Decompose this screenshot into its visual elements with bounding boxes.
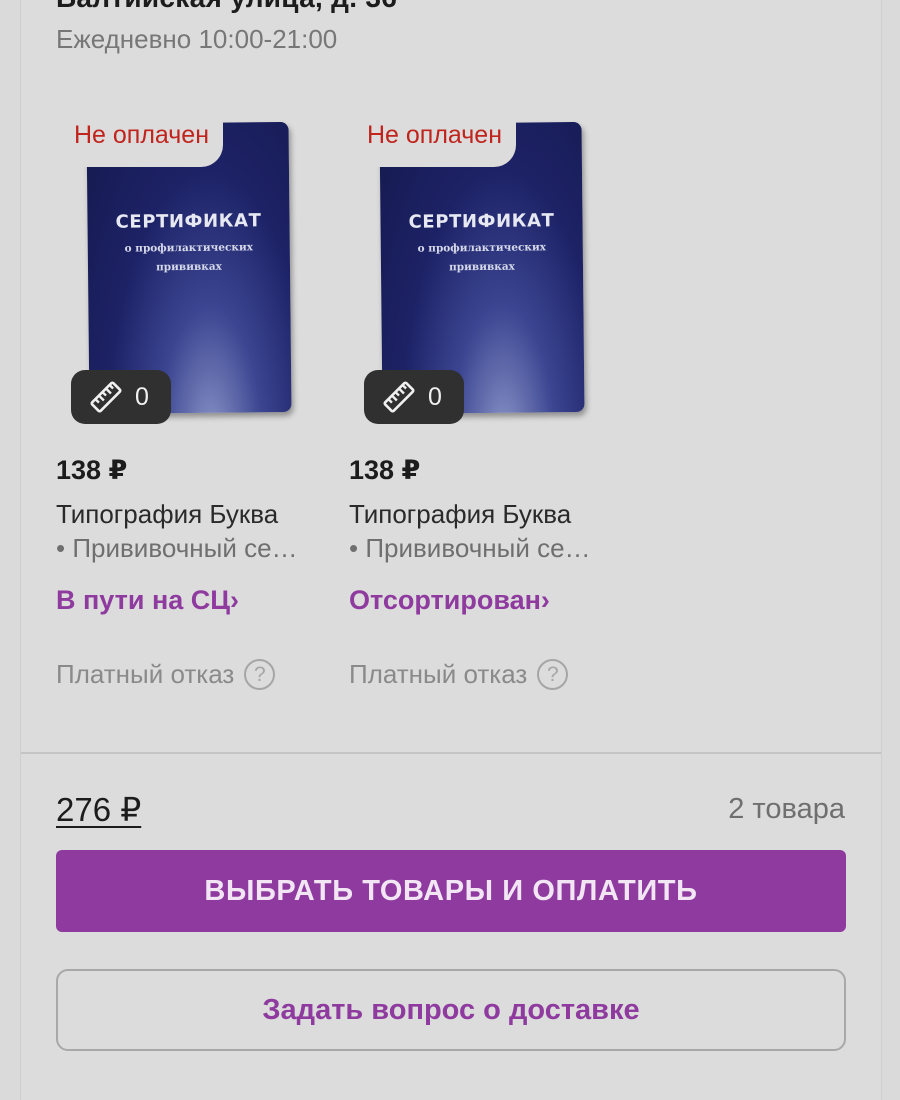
cover-title: СЕРТИФИКАТ <box>408 210 555 233</box>
unpaid-badge: Не оплачен <box>59 115 224 167</box>
product-image[interactable]: СЕРТИФИКАТ о профилактических прививках … <box>56 115 306 445</box>
ask-delivery-question-button[interactable]: Задать вопрос о доставке <box>56 969 846 1051</box>
size-count: 0 <box>428 382 442 411</box>
order-total[interactable]: 276 ₽ <box>56 790 141 829</box>
size-count: 0 <box>135 382 149 411</box>
ruler-icon <box>90 381 122 413</box>
order-card: Балтийская улица, д. 36 Ежедневно 10:00-… <box>20 0 882 1100</box>
item-price: 138 ₽ <box>349 455 421 485</box>
delivery-status-link[interactable]: В пути на СЦ› <box>56 585 239 616</box>
paid-refusal-label: Платный отказ <box>56 659 235 689</box>
item-description: • Прививочный се… <box>56 533 298 563</box>
unpaid-badge: Не оплачен <box>352 115 517 167</box>
product-image[interactable]: СЕРТИФИКАТ о профилактических прививках … <box>349 115 599 445</box>
item-seller: Типография Буква <box>349 499 572 529</box>
ruler-icon <box>383 381 415 413</box>
paid-refusal-label: Платный отказ <box>349 659 528 689</box>
size-chip[interactable]: 0 <box>71 370 171 424</box>
item-description: • Прививочный се… <box>349 533 591 563</box>
pickup-address: Балтийская улица, д. 36 <box>56 0 397 14</box>
help-circle-icon[interactable]: ? <box>244 659 276 690</box>
pickup-hours: Ежедневно 10:00-21:00 <box>56 24 338 54</box>
help-circle-icon[interactable]: ? <box>537 659 569 690</box>
cover-subtitle: о профилактических прививках <box>417 241 547 274</box>
paid-refusal: Платный отказ ? <box>56 659 276 690</box>
cover-title: СЕРТИФИКАТ <box>115 210 262 233</box>
item-count: 2 товара <box>728 793 845 825</box>
select-and-pay-button[interactable]: ВЫБРАТЬ ТОВАРЫ И ОПЛАТИТЬ <box>56 850 846 932</box>
size-chip[interactable]: 0 <box>364 370 464 424</box>
item-seller: Типография Буква <box>56 499 279 529</box>
item-price: 138 ₽ <box>56 455 128 485</box>
paid-refusal: Платный отказ ? <box>349 659 569 690</box>
cover-subtitle: о профилактических прививках <box>124 241 254 274</box>
delivery-status-link[interactable]: Отсортирован› <box>349 585 550 616</box>
divider <box>21 752 881 754</box>
